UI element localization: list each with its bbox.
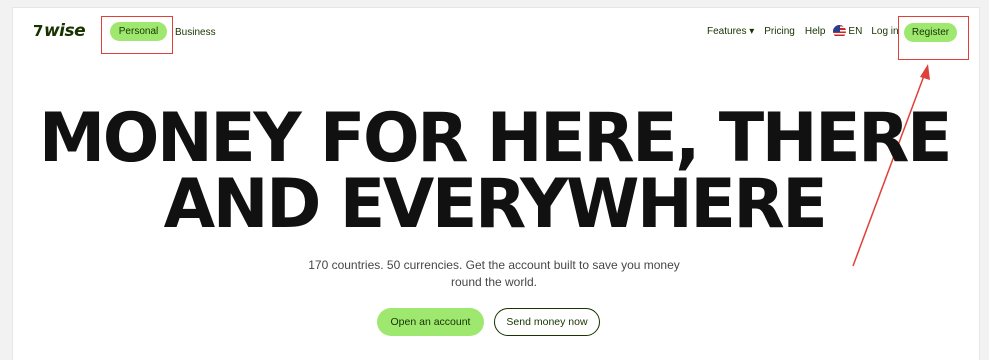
top-nav: Features ▾ Pricing Help EN Log in <box>707 22 899 41</box>
wise-flag-icon: 7 <box>33 22 43 40</box>
open-account-button[interactable]: Open an account <box>377 308 484 336</box>
help-link[interactable]: Help <box>805 26 826 37</box>
register-button[interactable]: Register <box>904 23 957 42</box>
language-label: EN <box>848 26 863 37</box>
hero-headline-line-2: AND EVERYWHERE <box>163 165 828 244</box>
hero-subtext: 170 countries. 50 currencies. Get the ac… <box>308 258 680 289</box>
pricing-link[interactable]: Pricing <box>764 26 795 37</box>
business-tab[interactable]: Business <box>175 27 216 38</box>
personal-tab[interactable]: Personal <box>110 22 167 41</box>
hero-headline: MONEY FOR HERE, THERE AND EVERYWHERE <box>10 99 979 244</box>
us-flag-icon <box>833 25 847 38</box>
login-link[interactable]: Log in <box>871 26 898 37</box>
features-menu[interactable]: Features ▾ <box>707 26 754 37</box>
language-selector[interactable]: EN <box>833 25 862 38</box>
hero-headline-line-1: MONEY FOR HERE, THERE <box>38 99 953 178</box>
logo-text: wise <box>43 21 86 41</box>
send-money-button[interactable]: Send money now <box>494 308 600 336</box>
wise-logo[interactable]: 7 wise <box>33 21 86 41</box>
